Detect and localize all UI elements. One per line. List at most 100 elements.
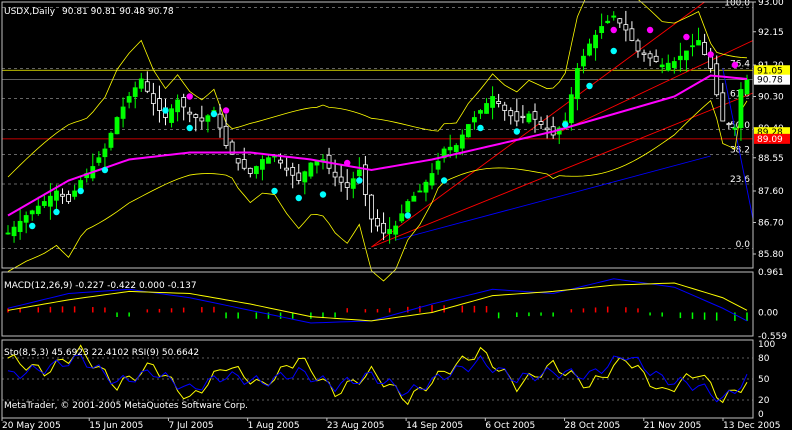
candle-body xyxy=(520,115,526,118)
candle-body xyxy=(157,98,162,111)
candle-body xyxy=(599,26,605,33)
candle-body xyxy=(96,157,102,163)
candle-body xyxy=(29,210,35,215)
candle-body xyxy=(266,157,271,164)
candle-body xyxy=(417,190,423,193)
candle-body xyxy=(423,181,429,193)
candle-body xyxy=(617,18,623,24)
candle-body xyxy=(150,93,156,104)
candle-body xyxy=(677,55,683,61)
date-tick-label: 1 Aug 2005 xyxy=(248,421,300,430)
candle-body xyxy=(744,79,750,95)
psar-dot xyxy=(610,47,617,55)
candle-body xyxy=(247,167,253,174)
candle-body xyxy=(284,167,290,171)
candle-body xyxy=(405,201,411,213)
candle-body xyxy=(175,99,181,113)
candle-body xyxy=(290,167,296,176)
candle-body xyxy=(241,159,247,169)
date-tick-label: 21 Nov 2005 xyxy=(644,421,702,430)
date-tick-label: 28 Oct 2005 xyxy=(565,421,621,430)
candle-body xyxy=(453,145,459,153)
candle-body xyxy=(641,52,647,55)
date-tick-label: 13 Dec 2005 xyxy=(723,421,781,430)
watermark: MetaTrader, © 2001-2005 MetaQuotes Softw… xyxy=(4,401,248,411)
candle-body xyxy=(532,111,538,120)
candle-body xyxy=(714,63,720,96)
candle-body xyxy=(538,121,544,125)
candle-body xyxy=(635,40,641,52)
candle-body xyxy=(375,218,380,227)
psar-dot xyxy=(404,212,411,219)
psar-dot xyxy=(562,121,569,128)
macd-title: MACD(12,26,9) -0.227 -0.422 0.000 -0.137 xyxy=(4,281,197,291)
candle-body xyxy=(490,96,495,108)
candle-body xyxy=(478,110,483,114)
candle-body xyxy=(732,127,738,130)
price-marker-label: 90.78 xyxy=(757,76,783,86)
candle-body xyxy=(653,55,659,62)
candle-body xyxy=(465,124,471,138)
chart-ohlc: 90.81 90.81 90.48 90.78 xyxy=(62,7,174,17)
trading-chart: 100.076.461.850.038.223.60.0 93.0092.159… xyxy=(0,0,792,430)
candle-body xyxy=(496,101,502,104)
candle-body xyxy=(593,34,598,49)
candle-body xyxy=(235,158,241,164)
candle-body xyxy=(23,215,29,223)
psar-dot xyxy=(210,110,218,118)
candle-body xyxy=(568,94,574,124)
candle-body xyxy=(502,104,508,111)
date-tick-label: 14 Sep 2005 xyxy=(406,421,463,430)
candle-body xyxy=(338,176,344,183)
candle-body xyxy=(684,50,689,61)
psar-dot xyxy=(319,191,327,198)
candle-body xyxy=(350,178,356,189)
fib-label: 23.6 xyxy=(730,175,750,185)
sar-top-dot xyxy=(646,26,654,34)
psar-dot xyxy=(186,124,193,132)
sar-top-dot xyxy=(610,26,617,34)
candle-body xyxy=(144,81,150,92)
candle-body xyxy=(399,213,405,222)
psar-dot xyxy=(440,177,448,184)
psar-dot xyxy=(356,177,363,184)
candle-body xyxy=(199,117,205,122)
sar-top-dot xyxy=(707,51,714,58)
candle-body xyxy=(344,182,350,188)
macd-tick-label: 0.00 xyxy=(758,308,778,318)
candle-body xyxy=(302,171,308,183)
psar-dot xyxy=(477,124,484,132)
candle-body xyxy=(574,68,580,100)
candle-body xyxy=(314,160,320,166)
date-tick-label: 6 Oct 2005 xyxy=(485,421,535,430)
price-tick-label: 90.30 xyxy=(758,93,784,103)
candle-body xyxy=(581,55,586,67)
candle-body xyxy=(696,40,701,46)
candle-body xyxy=(647,53,653,59)
candle-body xyxy=(205,115,211,122)
candle-body xyxy=(447,146,453,151)
candle-body xyxy=(102,148,108,158)
date-tick-label: 20 May 2005 xyxy=(2,421,61,430)
candle-body xyxy=(720,92,726,122)
candle-body xyxy=(278,159,283,164)
candle-body xyxy=(429,173,435,186)
osc-tick-label: 20 xyxy=(758,396,770,406)
fib-label: 100.0 xyxy=(724,0,750,8)
candle-body xyxy=(629,28,635,41)
candle-body xyxy=(381,222,386,234)
psar-dot xyxy=(295,194,302,202)
sar-top-dot xyxy=(186,93,193,100)
candle-body xyxy=(526,113,532,123)
candle-body xyxy=(114,117,120,135)
price-tick-label: 85.80 xyxy=(758,250,784,260)
psar-dot xyxy=(53,208,60,216)
candle-body xyxy=(260,159,265,170)
candle-body xyxy=(138,78,144,89)
candle-body xyxy=(605,20,611,24)
candle-body xyxy=(132,87,138,97)
candle-body xyxy=(17,220,23,232)
candle-body xyxy=(702,42,707,55)
price-tick-label: 92.15 xyxy=(758,28,784,38)
candle-body xyxy=(369,194,374,220)
